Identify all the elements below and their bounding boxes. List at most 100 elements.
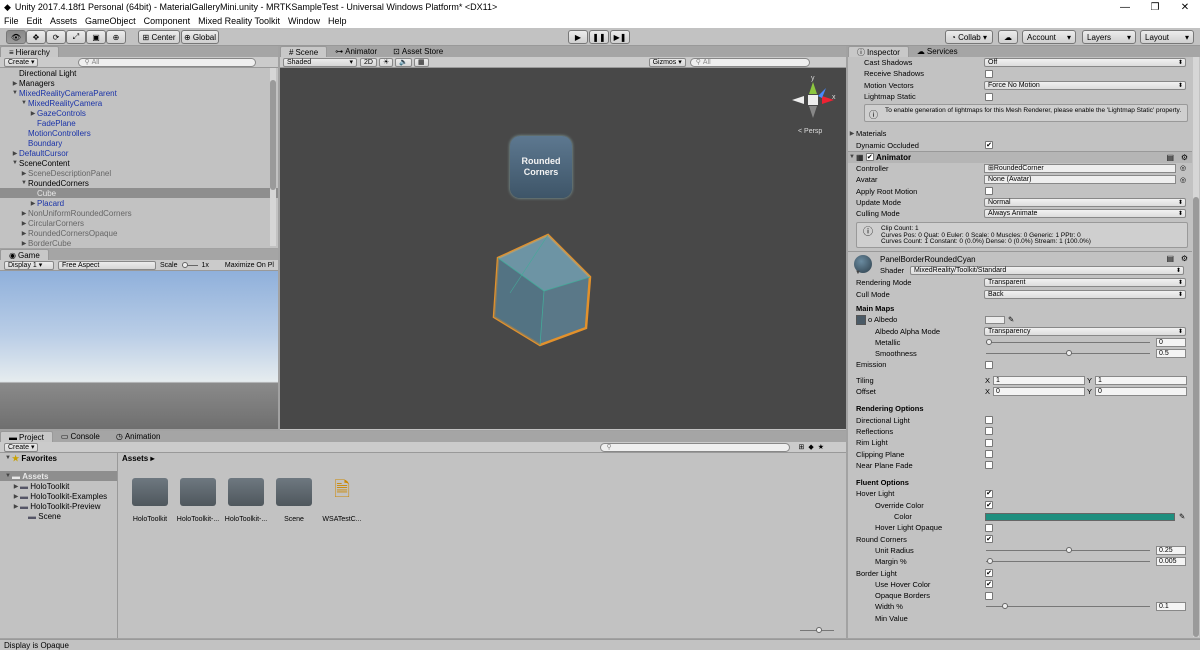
- toggle-2d-button[interactable]: 2D: [360, 57, 377, 67]
- move-tool-icon[interactable]: ✥: [26, 30, 46, 44]
- receive-shadows-checkbox[interactable]: [985, 69, 993, 78]
- step-button[interactable]: ▶❚: [610, 30, 630, 44]
- game-view[interactable]: [0, 271, 278, 429]
- expand-arrow-icon[interactable]: ▶: [20, 210, 28, 217]
- lighting-toggle-icon[interactable]: ☀: [378, 57, 394, 67]
- tiling-y-field[interactable]: 1: [1095, 375, 1187, 385]
- asset-item[interactable]: HoloToolkit-...: [174, 478, 222, 523]
- lightmap-static-checkbox[interactable]: [985, 92, 993, 101]
- menu-assets[interactable]: Assets: [46, 16, 81, 26]
- directional-light-checkbox[interactable]: [985, 416, 993, 425]
- pause-button[interactable]: ❚❚: [589, 30, 609, 44]
- maximize-on-play-toggle[interactable]: Maximize On Pl: [225, 262, 274, 269]
- filter-label-icon[interactable]: ◆: [808, 443, 813, 451]
- expand-arrow-icon[interactable]: ▼: [848, 154, 856, 160]
- hierarchy-item[interactable]: ▼ MixedRealityCameraParent: [0, 88, 278, 98]
- transform-tool-icon[interactable]: ⊕: [106, 30, 126, 44]
- tab-services[interactable]: ☁ Services: [909, 46, 966, 57]
- expand-arrow-icon[interactable]: ▶: [29, 110, 37, 117]
- metallic-field[interactable]: 0: [1156, 337, 1186, 347]
- project-tree-item[interactable]: ▶ ▬ HoloToolkit-Examples: [0, 491, 117, 501]
- tab-animation[interactable]: ◷ Animation: [108, 431, 169, 442]
- rect-tool-icon[interactable]: ▣: [86, 30, 106, 44]
- expand-arrow-icon[interactable]: ▶: [848, 130, 856, 137]
- expand-arrow-icon[interactable]: ▶: [20, 240, 28, 247]
- unit-radius-field[interactable]: 0.25: [1156, 545, 1186, 555]
- dynamic-occluded-checkbox[interactable]: ✔: [985, 141, 993, 150]
- albedo-texture-slot[interactable]: [856, 314, 866, 325]
- culling-mode-dropdown[interactable]: Always Animate: [984, 209, 1186, 219]
- maximize-button[interactable]: ❐: [1140, 0, 1170, 14]
- scene-orientation-gizmo[interactable]: y x < Persp: [788, 75, 838, 136]
- smoothness-field[interactable]: 0.5: [1156, 349, 1186, 359]
- hierarchy-item[interactable]: ▼ SceneContent: [0, 158, 278, 168]
- hierarchy-item[interactable]: ▶ BorderCube: [0, 238, 278, 248]
- margin-slider[interactable]: [986, 558, 1150, 565]
- object-picker-icon[interactable]: ◎: [1180, 176, 1186, 184]
- tab-console[interactable]: ▭ Console: [53, 431, 108, 442]
- asset-item[interactable]: HoloToolkit-...: [222, 478, 270, 523]
- menu-mixed-reality-toolkit[interactable]: Mixed Reality Toolkit: [194, 16, 284, 26]
- pivot-global-button[interactable]: ⊕ Global: [181, 30, 219, 44]
- close-button[interactable]: ✕: [1170, 0, 1200, 14]
- object-picker-icon[interactable]: ◎: [1180, 164, 1186, 172]
- reflections-checkbox[interactable]: [985, 427, 993, 436]
- hierarchy-search-input[interactable]: ⚲ All: [78, 57, 257, 67]
- minimize-button[interactable]: —: [1110, 0, 1140, 14]
- hierarchy-item[interactable]: ▶ Managers: [0, 78, 278, 88]
- avatar-field[interactable]: None (Avatar): [984, 175, 1176, 185]
- expand-arrow-icon[interactable]: ▼: [20, 100, 28, 106]
- project-tree-item[interactable]: ▶ ▬ HoloToolkit-Preview: [0, 501, 117, 511]
- hierarchy-item[interactable]: ▶ Placard: [0, 198, 278, 208]
- metallic-slider[interactable]: [986, 338, 1150, 345]
- audio-toggle-icon[interactable]: 🔈: [395, 57, 412, 67]
- tab-hierarchy[interactable]: ≡ Hierarchy: [0, 46, 59, 57]
- expand-arrow-icon[interactable]: ▼: [20, 180, 28, 186]
- hierarchy-item[interactable]: Directional Light: [0, 68, 278, 78]
- filter-type-icon[interactable]: ⊞: [798, 443, 804, 451]
- layers-dropdown[interactable]: Layers ▾: [1082, 30, 1136, 44]
- border-width-slider[interactable]: [986, 603, 1150, 610]
- apply-root-motion-checkbox[interactable]: [985, 187, 993, 196]
- placard[interactable]: Rounded Corners: [510, 136, 572, 198]
- hover-color-field[interactable]: [985, 512, 1175, 521]
- border-width-field[interactable]: 0.1: [1156, 602, 1186, 612]
- rim-light-checkbox[interactable]: [985, 438, 993, 447]
- cloud-icon[interactable]: ☁: [998, 30, 1018, 44]
- play-button[interactable]: ▶: [568, 30, 588, 44]
- menu-window[interactable]: Window: [284, 16, 324, 26]
- expand-arrow-icon[interactable]: ▼: [11, 90, 19, 96]
- emission-checkbox[interactable]: [985, 360, 993, 369]
- menu-edit[interactable]: Edit: [23, 16, 47, 26]
- scale-slider[interactable]: [181, 261, 198, 268]
- tab-inspector[interactable]: ⓘ Inspector: [848, 46, 909, 57]
- settings-gear-icon[interactable]: ⚙: [1181, 254, 1188, 263]
- hierarchy-item[interactable]: MotionControllers: [0, 128, 278, 138]
- settings-gear-icon[interactable]: ⚙: [1181, 153, 1188, 162]
- cast-shadows-dropdown[interactable]: Off: [984, 58, 1186, 68]
- help-book-icon[interactable]: ▤: [1166, 254, 1174, 263]
- tab-game[interactable]: ◉ Game: [0, 249, 49, 260]
- hierarchy-item[interactable]: ▶ NonUniformRoundedCorners: [0, 208, 278, 218]
- hierarchy-item[interactable]: ▶ GazeControls: [0, 108, 278, 118]
- near-plane-fade-checkbox[interactable]: [985, 461, 993, 470]
- material-header[interactable]: PanelBorderRoundedCyan Shader MixedReality…: [848, 251, 1192, 277]
- override-color-checkbox[interactable]: ✔: [985, 501, 993, 510]
- asset-item[interactable]: HoloToolkit: [126, 478, 174, 523]
- albedo-alpha-mode-dropdown[interactable]: Transparency: [984, 326, 1186, 336]
- layout-dropdown[interactable]: Layout ▾: [1140, 30, 1194, 44]
- display-dropdown[interactable]: Display 1 ▾: [4, 260, 54, 270]
- albedo-color-field[interactable]: [985, 315, 1005, 324]
- rotate-tool-icon[interactable]: ⟳: [46, 30, 66, 44]
- shader-dropdown[interactable]: MixedReality/Toolkit/Standard: [910, 266, 1184, 276]
- unit-radius-slider[interactable]: [986, 546, 1150, 553]
- account-dropdown[interactable]: Account ▾: [1022, 30, 1076, 44]
- hierarchy-item[interactable]: ▶ DefaultCursor: [0, 148, 278, 158]
- hover-light-checkbox[interactable]: ✔: [985, 489, 993, 498]
- hierarchy-item[interactable]: ▶ RoundedCornersOpaque: [0, 228, 278, 238]
- hierarchy-scrollbar[interactable]: [270, 68, 276, 246]
- tab-project[interactable]: ▬ Project: [0, 431, 53, 442]
- expand-arrow-icon[interactable]: ▶: [20, 170, 28, 177]
- cull-mode-dropdown[interactable]: Back: [984, 289, 1186, 299]
- project-create-dropdown[interactable]: Create ▾: [4, 442, 39, 452]
